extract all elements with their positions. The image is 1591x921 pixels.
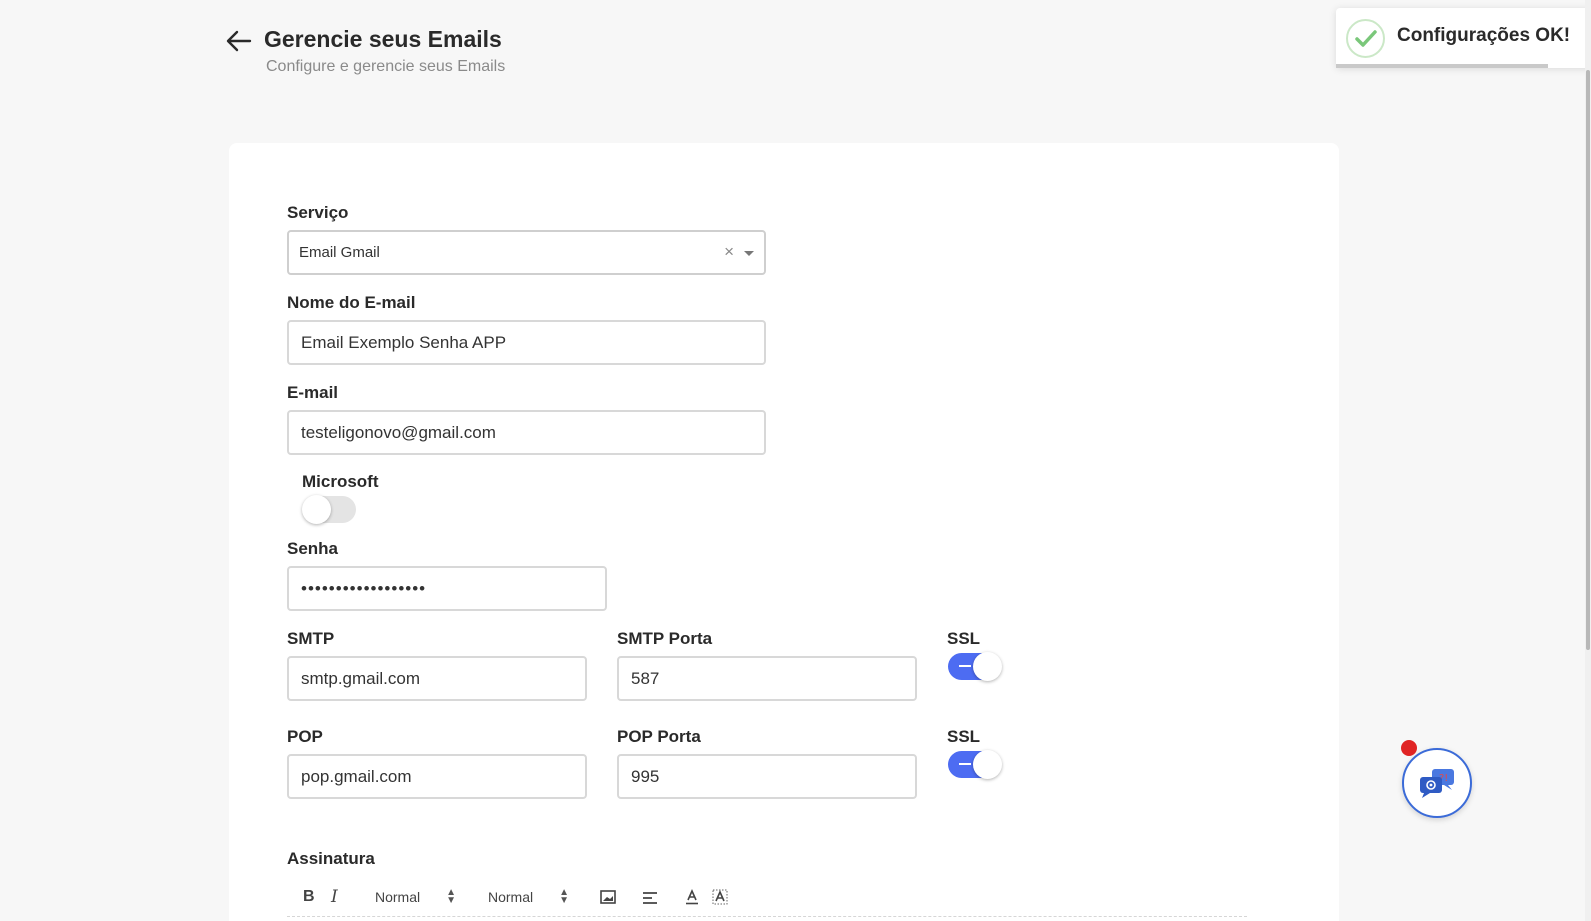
chevron-down-icon[interactable] bbox=[744, 251, 754, 256]
chat-support-button[interactable]: ?! bbox=[1402, 748, 1472, 818]
updown-icon: ▲ ▼ bbox=[559, 887, 570, 906]
senha-input[interactable]: •••••••••••••••••• bbox=[287, 566, 607, 611]
arrow-left-icon bbox=[226, 30, 252, 52]
font-size-select[interactable]: Normal ▲ ▼ bbox=[375, 883, 456, 911]
align-button[interactable] bbox=[642, 883, 658, 911]
text-color-icon bbox=[686, 889, 698, 905]
updown-icon: ▲ ▼ bbox=[446, 887, 457, 906]
italic-button[interactable]: I bbox=[331, 883, 338, 911]
smtp-input[interactable]: smtp.gmail.com bbox=[287, 656, 587, 701]
scrollbar-thumb[interactable] bbox=[1586, 70, 1590, 650]
notification-dot bbox=[1401, 740, 1417, 756]
smtp-porta-input[interactable]: 587 bbox=[617, 656, 917, 701]
smtp-ssl-toggle[interactable] bbox=[948, 652, 1002, 681]
toggle-knob bbox=[973, 652, 1002, 681]
editor-toolbar: B I Normal ▲ ▼ Normal ▲ ▼ bbox=[287, 883, 1247, 917]
page-subtitle: Configure e gerencie seus Emails bbox=[266, 58, 506, 75]
pop-input[interactable]: pop.gmail.com bbox=[287, 754, 587, 799]
smtp-porta-label: SMTP Porta bbox=[617, 629, 713, 648]
back-button[interactable] bbox=[226, 28, 252, 54]
pop-label: POP bbox=[287, 727, 323, 746]
toggle-dash bbox=[959, 665, 971, 667]
bold-button[interactable]: B bbox=[303, 883, 315, 911]
pop-porta-input[interactable]: 995 bbox=[617, 754, 917, 799]
toggle-knob bbox=[302, 495, 331, 524]
background-color-button[interactable] bbox=[712, 883, 728, 911]
nome-email-input[interactable]: Email Exemplo Senha APP bbox=[287, 320, 766, 365]
toast-message: Configurações OK! bbox=[1397, 25, 1571, 46]
pop-ssl-toggle[interactable] bbox=[948, 750, 1002, 779]
nome-email-label: Nome do E-mail bbox=[287, 293, 416, 312]
assinatura-label: Assinatura bbox=[287, 849, 375, 868]
check-icon bbox=[1346, 19, 1385, 58]
email-label: E-mail bbox=[287, 383, 339, 402]
senha-label: Senha bbox=[287, 539, 339, 558]
smtp-label: SMTP bbox=[287, 629, 335, 648]
email-input[interactable]: testeligonovo@gmail.com bbox=[287, 410, 766, 455]
pop-porta-label: POP Porta bbox=[617, 727, 701, 746]
servico-select[interactable]: Email Gmail × bbox=[287, 230, 766, 275]
page-title: Gerencie seus Emails bbox=[264, 26, 502, 52]
background-color-icon bbox=[712, 889, 728, 905]
servico-value: Email Gmail bbox=[299, 244, 380, 261]
microsoft-toggle[interactable] bbox=[302, 495, 356, 524]
image-icon bbox=[600, 890, 616, 904]
microsoft-label: Microsoft bbox=[302, 472, 379, 491]
smtp-ssl-label: SSL bbox=[947, 629, 981, 648]
toggle-knob bbox=[973, 750, 1002, 779]
heading-select[interactable]: Normal ▲ ▼ bbox=[488, 883, 569, 911]
toast-progress-bar bbox=[1336, 64, 1548, 68]
text-color-button[interactable] bbox=[684, 883, 700, 911]
toggle-dash bbox=[959, 763, 971, 765]
font-size-value: Normal bbox=[375, 889, 421, 905]
align-icon bbox=[643, 892, 657, 904]
heading-value: Normal bbox=[488, 889, 534, 905]
image-button[interactable] bbox=[600, 883, 616, 911]
success-toast[interactable]: Configurações OK! bbox=[1336, 8, 1591, 68]
chat-icon: ?! bbox=[1420, 769, 1454, 798]
pop-ssl-label: SSL bbox=[947, 727, 981, 746]
clear-icon[interactable]: × bbox=[724, 242, 734, 262]
servico-label: Serviço bbox=[287, 203, 349, 222]
